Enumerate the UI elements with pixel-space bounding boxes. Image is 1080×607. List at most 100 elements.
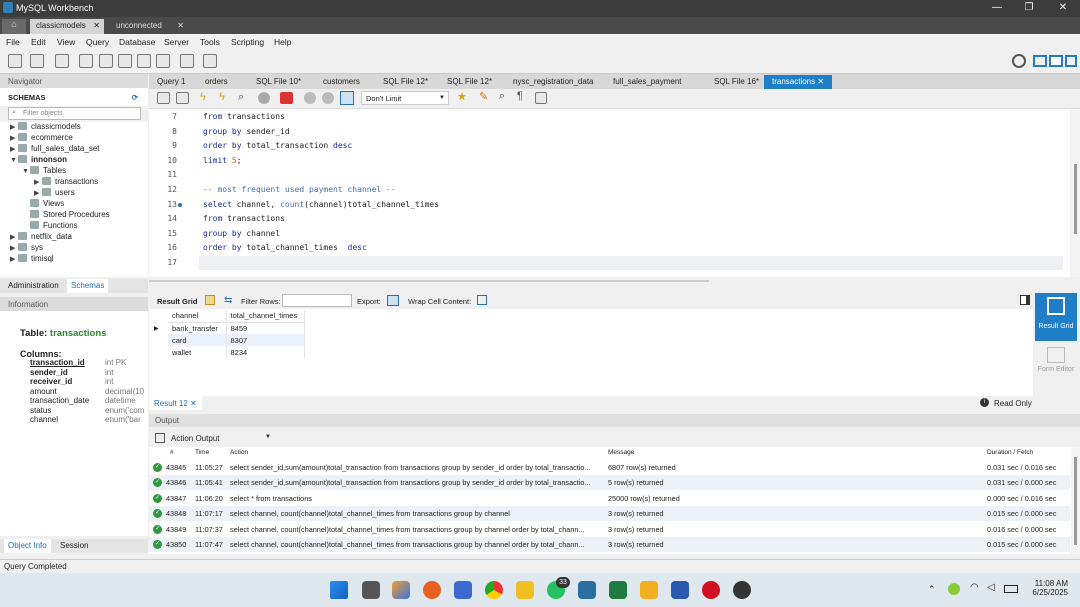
menu-file[interactable]: File	[6, 37, 20, 47]
query-tab[interactable]: transactions ✕	[764, 75, 833, 89]
query-tab[interactable]: nysc_registration_data	[505, 75, 602, 89]
grid-column-header[interactable]: total_channel_times	[226, 310, 305, 323]
toggle-error-icon[interactable]	[280, 92, 293, 104]
find-icon[interactable]: ⌕	[499, 90, 505, 103]
expand-arrow-icon[interactable]: ▶	[10, 244, 18, 252]
grid-icon[interactable]	[205, 295, 215, 305]
toggle-output-icon[interactable]	[1049, 55, 1063, 67]
output-scrollbar[interactable]	[1071, 447, 1080, 554]
close-tab-icon[interactable]: ✕	[93, 21, 100, 30]
create-function-icon[interactable]	[156, 54, 170, 68]
menu-database[interactable]: Database	[119, 37, 155, 47]
grid-row[interactable]: card 8307	[168, 334, 305, 346]
windows-start-icon[interactable]	[330, 581, 348, 599]
expand-arrow-icon[interactable]: ▶	[10, 255, 18, 263]
grid-cell[interactable]: 8307	[226, 334, 305, 346]
expand-arrow-icon[interactable]: ▼	[22, 168, 30, 175]
toggle-sidebar-icon[interactable]	[1033, 55, 1047, 67]
beautify-icon[interactable]: ✎	[479, 90, 488, 103]
mysql-workbench-taskbar-icon[interactable]	[578, 581, 596, 599]
tab-classicmodels[interactable]: classicmodels ✕	[30, 19, 104, 34]
expand-arrow-icon[interactable]: ▶	[10, 134, 18, 142]
code-line[interactable]: -- most frequent used payment channel --	[203, 185, 396, 194]
schema-tree-item[interactable]: Views	[0, 199, 148, 210]
grid-cell[interactable]: 8459	[226, 322, 305, 334]
open-sql-script-icon[interactable]	[30, 54, 44, 68]
schema-tree-item[interactable]: ▶ users	[0, 188, 148, 199]
export-icon[interactable]	[387, 295, 399, 306]
tab-unconnected[interactable]: unconnected ✕	[110, 19, 188, 34]
code-line[interactable]: group by channel	[203, 229, 280, 238]
excel-icon[interactable]	[609, 581, 627, 599]
grid-column-header[interactable]: channel	[168, 310, 227, 323]
copy-output-icon[interactable]	[155, 433, 165, 443]
tray-app-icon[interactable]	[948, 583, 960, 595]
file-explorer-icon[interactable]	[516, 581, 534, 599]
edge-icon[interactable]	[454, 581, 472, 599]
tab-object-info[interactable]: Object Info	[4, 539, 51, 553]
inspect-icon[interactable]	[55, 54, 69, 68]
form-editor-side-button[interactable]: Form Editor	[1035, 344, 1077, 390]
new-sql-tab-icon[interactable]	[8, 54, 22, 68]
editor-vertical-scrollbar[interactable]	[1071, 109, 1080, 277]
sql-editor[interactable]: 7 from transactions 8 group by sender_id 9 or…	[149, 109, 1070, 282]
schema-tree-item[interactable]: ▼ innonson	[0, 155, 148, 166]
grid-cell[interactable]: wallet	[168, 346, 227, 358]
code-line[interactable]: order by total_channel_times desc	[203, 243, 367, 252]
tab-session[interactable]: Session	[56, 541, 92, 550]
output-column-header[interactable]: Message	[608, 449, 634, 456]
wrap-lines-icon[interactable]	[535, 92, 547, 104]
tab-result-12[interactable]: Result 12 ✕	[149, 396, 202, 410]
filter-rows-input[interactable]	[282, 294, 352, 307]
output-row[interactable]: ✓ 43846 11:05:41 select sender_id,sum(amoun…	[149, 475, 1070, 491]
minimize-icon[interactable]: —	[986, 2, 1008, 13]
query-tab[interactable]: Query 1	[149, 75, 193, 89]
code-line[interactable]: limit 5;	[203, 156, 242, 165]
volume-icon[interactable]: ◁	[987, 582, 995, 593]
home-icon[interactable]: ⌂	[2, 19, 26, 34]
limit-select[interactable]: Don't Limit ▼	[361, 91, 449, 105]
show-hidden-icons-icon[interactable]: ⌃	[928, 584, 936, 595]
commit-icon[interactable]	[304, 92, 316, 104]
bookmark-icon[interactable]: ★	[457, 90, 467, 103]
reconnect-icon[interactable]	[203, 54, 217, 68]
stop-icon[interactable]	[258, 92, 270, 104]
schema-tree-item[interactable]: ▶ timisql	[0, 254, 148, 265]
search-table-data-icon[interactable]	[180, 54, 194, 68]
output-row[interactable]: ✓ 43845 11:05:27 select sender_id,sum(amoun…	[149, 460, 1070, 475]
expand-arrow-icon[interactable]: ▶	[34, 189, 42, 197]
query-tab[interactable]: SQL File 16*	[706, 75, 767, 89]
scrollbar-thumb[interactable]	[1074, 164, 1077, 234]
expand-arrow-icon[interactable]: ▶	[10, 123, 18, 131]
query-tab[interactable]: full_sales_payment	[605, 75, 689, 89]
grid-cell[interactable]: 8234	[226, 346, 305, 358]
output-mode-select[interactable]: Action Output ▼	[169, 431, 273, 445]
grid-row[interactable]: bank_transfer 8459	[168, 322, 305, 334]
code-line[interactable]: from transactions	[203, 112, 285, 121]
output-row[interactable]: ✓ 43849 11:07:37 select channel, count(chan…	[149, 521, 1070, 537]
output-column-header[interactable]: Time	[195, 449, 209, 456]
tab-administration[interactable]: Administration	[4, 281, 63, 290]
menu-help[interactable]: Help	[274, 37, 291, 47]
execute-current-icon[interactable]: ϟ	[219, 91, 225, 103]
menu-tools[interactable]: Tools	[200, 37, 220, 47]
schema-tree-item[interactable]: Functions	[0, 221, 148, 232]
output-row[interactable]: ✓ 43850 11:07:47 select channel, count(chan…	[149, 537, 1070, 552]
toggle-secondary-sidebar-icon[interactable]	[1065, 55, 1077, 67]
expand-arrow-icon[interactable]: ▶	[10, 233, 18, 241]
expand-arrow-icon[interactable]: ▶	[10, 145, 18, 153]
rollback-icon[interactable]	[322, 92, 334, 104]
grid-cell[interactable]: bank_transfer	[168, 322, 227, 334]
schema-tree-item[interactable]: ▶ netflix_data	[0, 232, 148, 243]
grid-row[interactable]: wallet 8234	[168, 346, 305, 358]
close-tab-icon[interactable]: ✕	[190, 399, 197, 408]
pinterest-icon[interactable]	[702, 581, 720, 599]
create-table-icon[interactable]	[99, 54, 113, 68]
result-grid-side-button[interactable]: Result Grid	[1035, 293, 1077, 341]
explain-icon[interactable]: ⌕	[238, 91, 244, 104]
output-column-header[interactable]: Duration / Fetch	[987, 449, 1033, 456]
save-icon[interactable]	[176, 92, 189, 104]
settings-gear-icon[interactable]	[1012, 54, 1026, 68]
create-schema-icon[interactable]	[79, 54, 93, 68]
grid-cell[interactable]: card	[168, 334, 227, 346]
